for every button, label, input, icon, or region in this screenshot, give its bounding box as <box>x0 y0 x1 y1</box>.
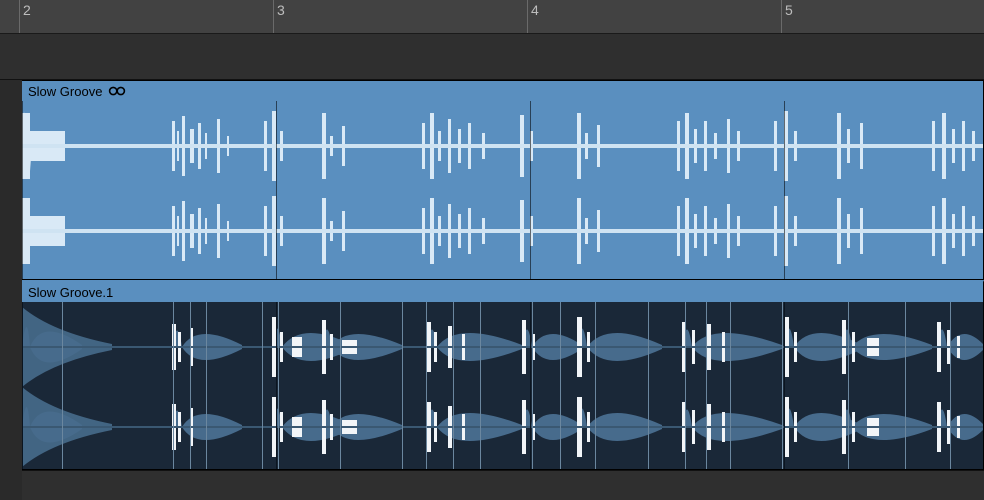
flex-marker[interactable] <box>262 302 263 470</box>
audio-region-slow-groove-1[interactable]: Slow Groove.1 <box>22 280 984 470</box>
region-name: Slow Groove.1 <box>28 285 113 300</box>
flex-marker[interactable] <box>402 302 403 470</box>
waveform-svg-flex <box>22 302 984 470</box>
bar-gridline <box>530 101 531 280</box>
flex-marker[interactable] <box>782 302 783 470</box>
bar-gridline <box>22 302 23 470</box>
flex-marker[interactable] <box>453 302 454 470</box>
tracks-area[interactable]: Slow Groove <box>0 80 984 500</box>
flex-marker[interactable] <box>278 302 279 470</box>
region-header[interactable]: Slow Groove <box>22 81 983 101</box>
region-header[interactable]: Slow Groove.1 <box>22 282 983 302</box>
timeline-ruler[interactable]: 2 3 4 5 <box>0 0 984 34</box>
flex-marker[interactable] <box>190 302 191 470</box>
waveform-display[interactable] <box>22 101 983 280</box>
flex-marker[interactable] <box>560 302 561 470</box>
flex-marker[interactable] <box>173 302 174 470</box>
flex-marker[interactable] <box>340 302 341 470</box>
timeline-lane-gap <box>0 34 984 80</box>
bar-gridline <box>784 101 785 280</box>
audio-region-slow-groove[interactable]: Slow Groove <box>22 80 984 280</box>
timeline-lane-gap <box>22 470 984 500</box>
loop-icon <box>108 85 126 97</box>
flex-marker[interactable] <box>532 302 533 470</box>
flex-marker[interactable] <box>648 302 649 470</box>
bar-gridline <box>784 302 785 470</box>
flex-marker[interactable] <box>950 302 951 470</box>
flex-marker[interactable] <box>685 302 686 470</box>
ruler-label: 2 <box>23 2 31 18</box>
ruler-label: 5 <box>785 2 793 18</box>
waveform-svg <box>22 101 984 280</box>
flex-marker[interactable] <box>848 302 849 470</box>
flex-marker[interactable] <box>730 302 731 470</box>
flex-marker[interactable] <box>480 302 481 470</box>
flex-marker[interactable] <box>62 302 63 470</box>
ruler-label: 4 <box>531 2 539 18</box>
bar-gridline <box>22 101 23 280</box>
bar-gridline <box>276 302 277 470</box>
waveform-display-flex[interactable] <box>22 302 983 470</box>
bar-gridline <box>276 101 277 280</box>
flex-marker[interactable] <box>206 302 207 470</box>
bar-gridline <box>530 302 531 470</box>
flex-marker[interactable] <box>595 302 596 470</box>
region-name: Slow Groove <box>28 84 102 99</box>
ruler-label: 3 <box>277 2 285 18</box>
flex-marker[interactable] <box>905 302 906 470</box>
flex-marker[interactable] <box>426 302 427 470</box>
flex-marker[interactable] <box>706 302 707 470</box>
